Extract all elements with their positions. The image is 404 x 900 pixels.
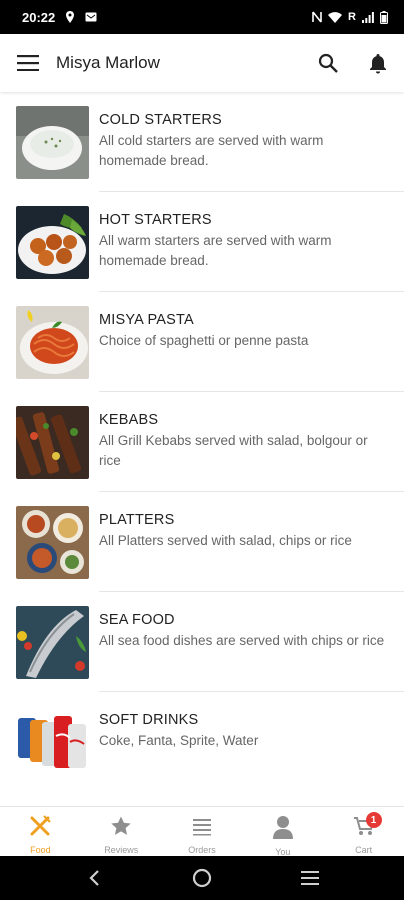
- signal-icon: [362, 11, 374, 23]
- category-name: COLD STARTERS: [99, 112, 222, 128]
- category-name: PLATTERS: [99, 512, 175, 528]
- category-description: All Platters served with salad, chips or…: [99, 533, 352, 548]
- category-item-hot-starters[interactable]: HOT STARTERS All warm starters are serve…: [0, 192, 404, 292]
- nav-label: Cart: [355, 845, 373, 855]
- cold-starters-image: [16, 106, 89, 179]
- battery-icon: [380, 10, 388, 24]
- category-item-misya-pasta[interactable]: MISYA PASTA Choice of spaghetti or penne…: [0, 292, 404, 392]
- search-icon[interactable]: [316, 51, 340, 75]
- home-icon[interactable]: [190, 866, 214, 890]
- kebabs-image: [16, 406, 89, 479]
- category-description: Choice of spaghetti or penne pasta: [99, 333, 309, 348]
- category-name: SEA FOOD: [99, 612, 175, 628]
- status-bar: 20:22 R: [0, 0, 404, 34]
- sea-food-image: [16, 606, 89, 679]
- person-icon: [272, 815, 294, 844]
- back-icon[interactable]: [82, 866, 106, 890]
- category-description: All sea food dishes are served with chip…: [99, 633, 385, 648]
- page-title: Misya Marlow: [56, 53, 160, 72]
- nav-food[interactable]: Food: [0, 807, 81, 856]
- app-bar: Misya Marlow: [0, 34, 404, 92]
- category-description: All Grill Kebabs served with salad, bolg…: [99, 433, 368, 468]
- system-navigation-bar: [0, 856, 404, 900]
- category-name: HOT STARTERS: [99, 212, 212, 228]
- category-name: KEBABS: [99, 412, 159, 428]
- category-item-kebabs[interactable]: KEBABS All Grill Kebabs served with sala…: [0, 392, 404, 492]
- bottom-navigation: Food Reviews Orders You 1 Cart: [0, 806, 404, 857]
- recents-icon[interactable]: [298, 866, 322, 890]
- nav-label: Reviews: [104, 845, 139, 855]
- nav-cart[interactable]: 1 Cart: [323, 807, 404, 856]
- nfc-icon: [312, 11, 322, 23]
- category-name: SOFT DRINKS: [99, 712, 199, 728]
- category-item-soft-drinks[interactable]: SOFT DRINKS Coke, Fanta, Sprite, Water: [0, 692, 404, 792]
- category-list: COLD STARTERS All cold starters are serv…: [0, 92, 404, 806]
- misya-pasta-image: [16, 306, 89, 379]
- category-item-cold-starters[interactable]: COLD STARTERS All cold starters are serv…: [0, 92, 404, 192]
- category-item-sea-food[interactable]: SEA FOOD All sea food dishes are served …: [0, 592, 404, 692]
- star-icon: [110, 815, 132, 842]
- network-roaming-label: R: [348, 11, 356, 23]
- category-description: All cold starters are served with warm h…: [99, 133, 324, 168]
- message-icon: [85, 12, 97, 22]
- notification-bell-icon[interactable]: [366, 51, 390, 75]
- category-description: Coke, Fanta, Sprite, Water: [99, 733, 259, 748]
- location-icon: [65, 11, 75, 23]
- category-item-platters[interactable]: PLATTERS All Platters served with salad,…: [0, 492, 404, 592]
- fork-knife-icon: [29, 815, 52, 842]
- nav-reviews[interactable]: Reviews: [81, 807, 162, 856]
- list-icon: [191, 815, 213, 842]
- category-description: All warm starters are served with warm h…: [99, 233, 332, 268]
- nav-orders[interactable]: Orders: [162, 807, 243, 856]
- status-time: 20:22: [22, 9, 56, 25]
- nav-you[interactable]: You: [242, 807, 323, 857]
- platters-image: [16, 506, 89, 579]
- cart-badge: 1: [365, 812, 382, 828]
- soft-drinks-image: [16, 706, 89, 779]
- wifi-icon: [328, 11, 343, 23]
- category-name: MISYA PASTA: [99, 312, 194, 328]
- nav-label: Food: [30, 845, 51, 855]
- menu-icon[interactable]: [16, 51, 40, 75]
- hot-starters-image: [16, 206, 89, 279]
- nav-label: Orders: [188, 845, 216, 855]
